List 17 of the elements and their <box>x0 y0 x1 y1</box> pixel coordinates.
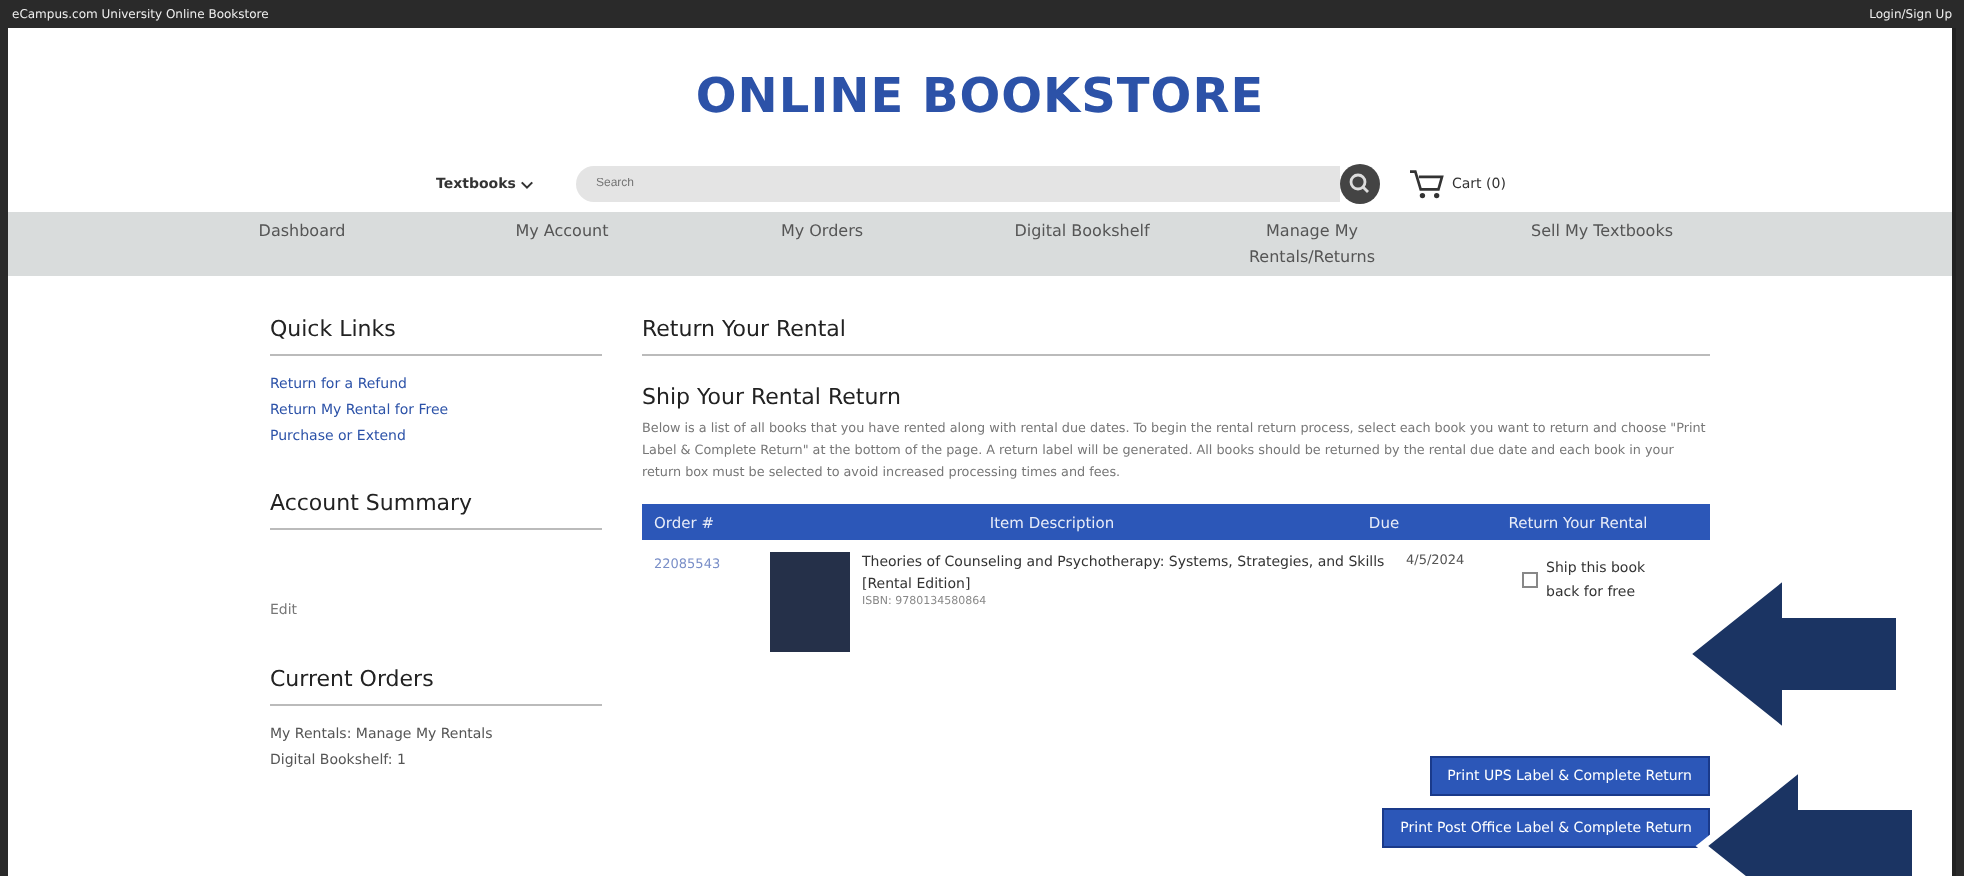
nav-item[interactable]: My Orders <box>692 212 952 276</box>
chevron-down-icon <box>520 179 535 190</box>
book-cover-placeholder <box>770 552 850 652</box>
store-title: ONLINE BOOKSTORE <box>693 66 1267 128</box>
section-heading: Account Summary <box>270 490 602 530</box>
section-heading: Ship Your Rental Return <box>642 384 903 410</box>
nav-item[interactable]: Sell My Textbooks <box>1472 212 1732 276</box>
search-icon[interactable] <box>1340 164 1380 204</box>
nav-item[interactable]: Digital Bookshelf <box>952 212 1212 276</box>
nav-item[interactable]: My Account <box>432 212 692 276</box>
cart-icon[interactable] <box>1408 168 1444 200</box>
section-heading: Current Orders <box>270 666 602 706</box>
section-heading: Quick Links <box>270 316 602 356</box>
checkbox[interactable] <box>1522 572 1538 588</box>
page-heading: Return Your Rental <box>642 316 1710 356</box>
nav-item[interactable]: Manage My Rentals/Returns <box>1212 212 1412 276</box>
nav-item[interactable]: Dashboard <box>172 212 432 276</box>
